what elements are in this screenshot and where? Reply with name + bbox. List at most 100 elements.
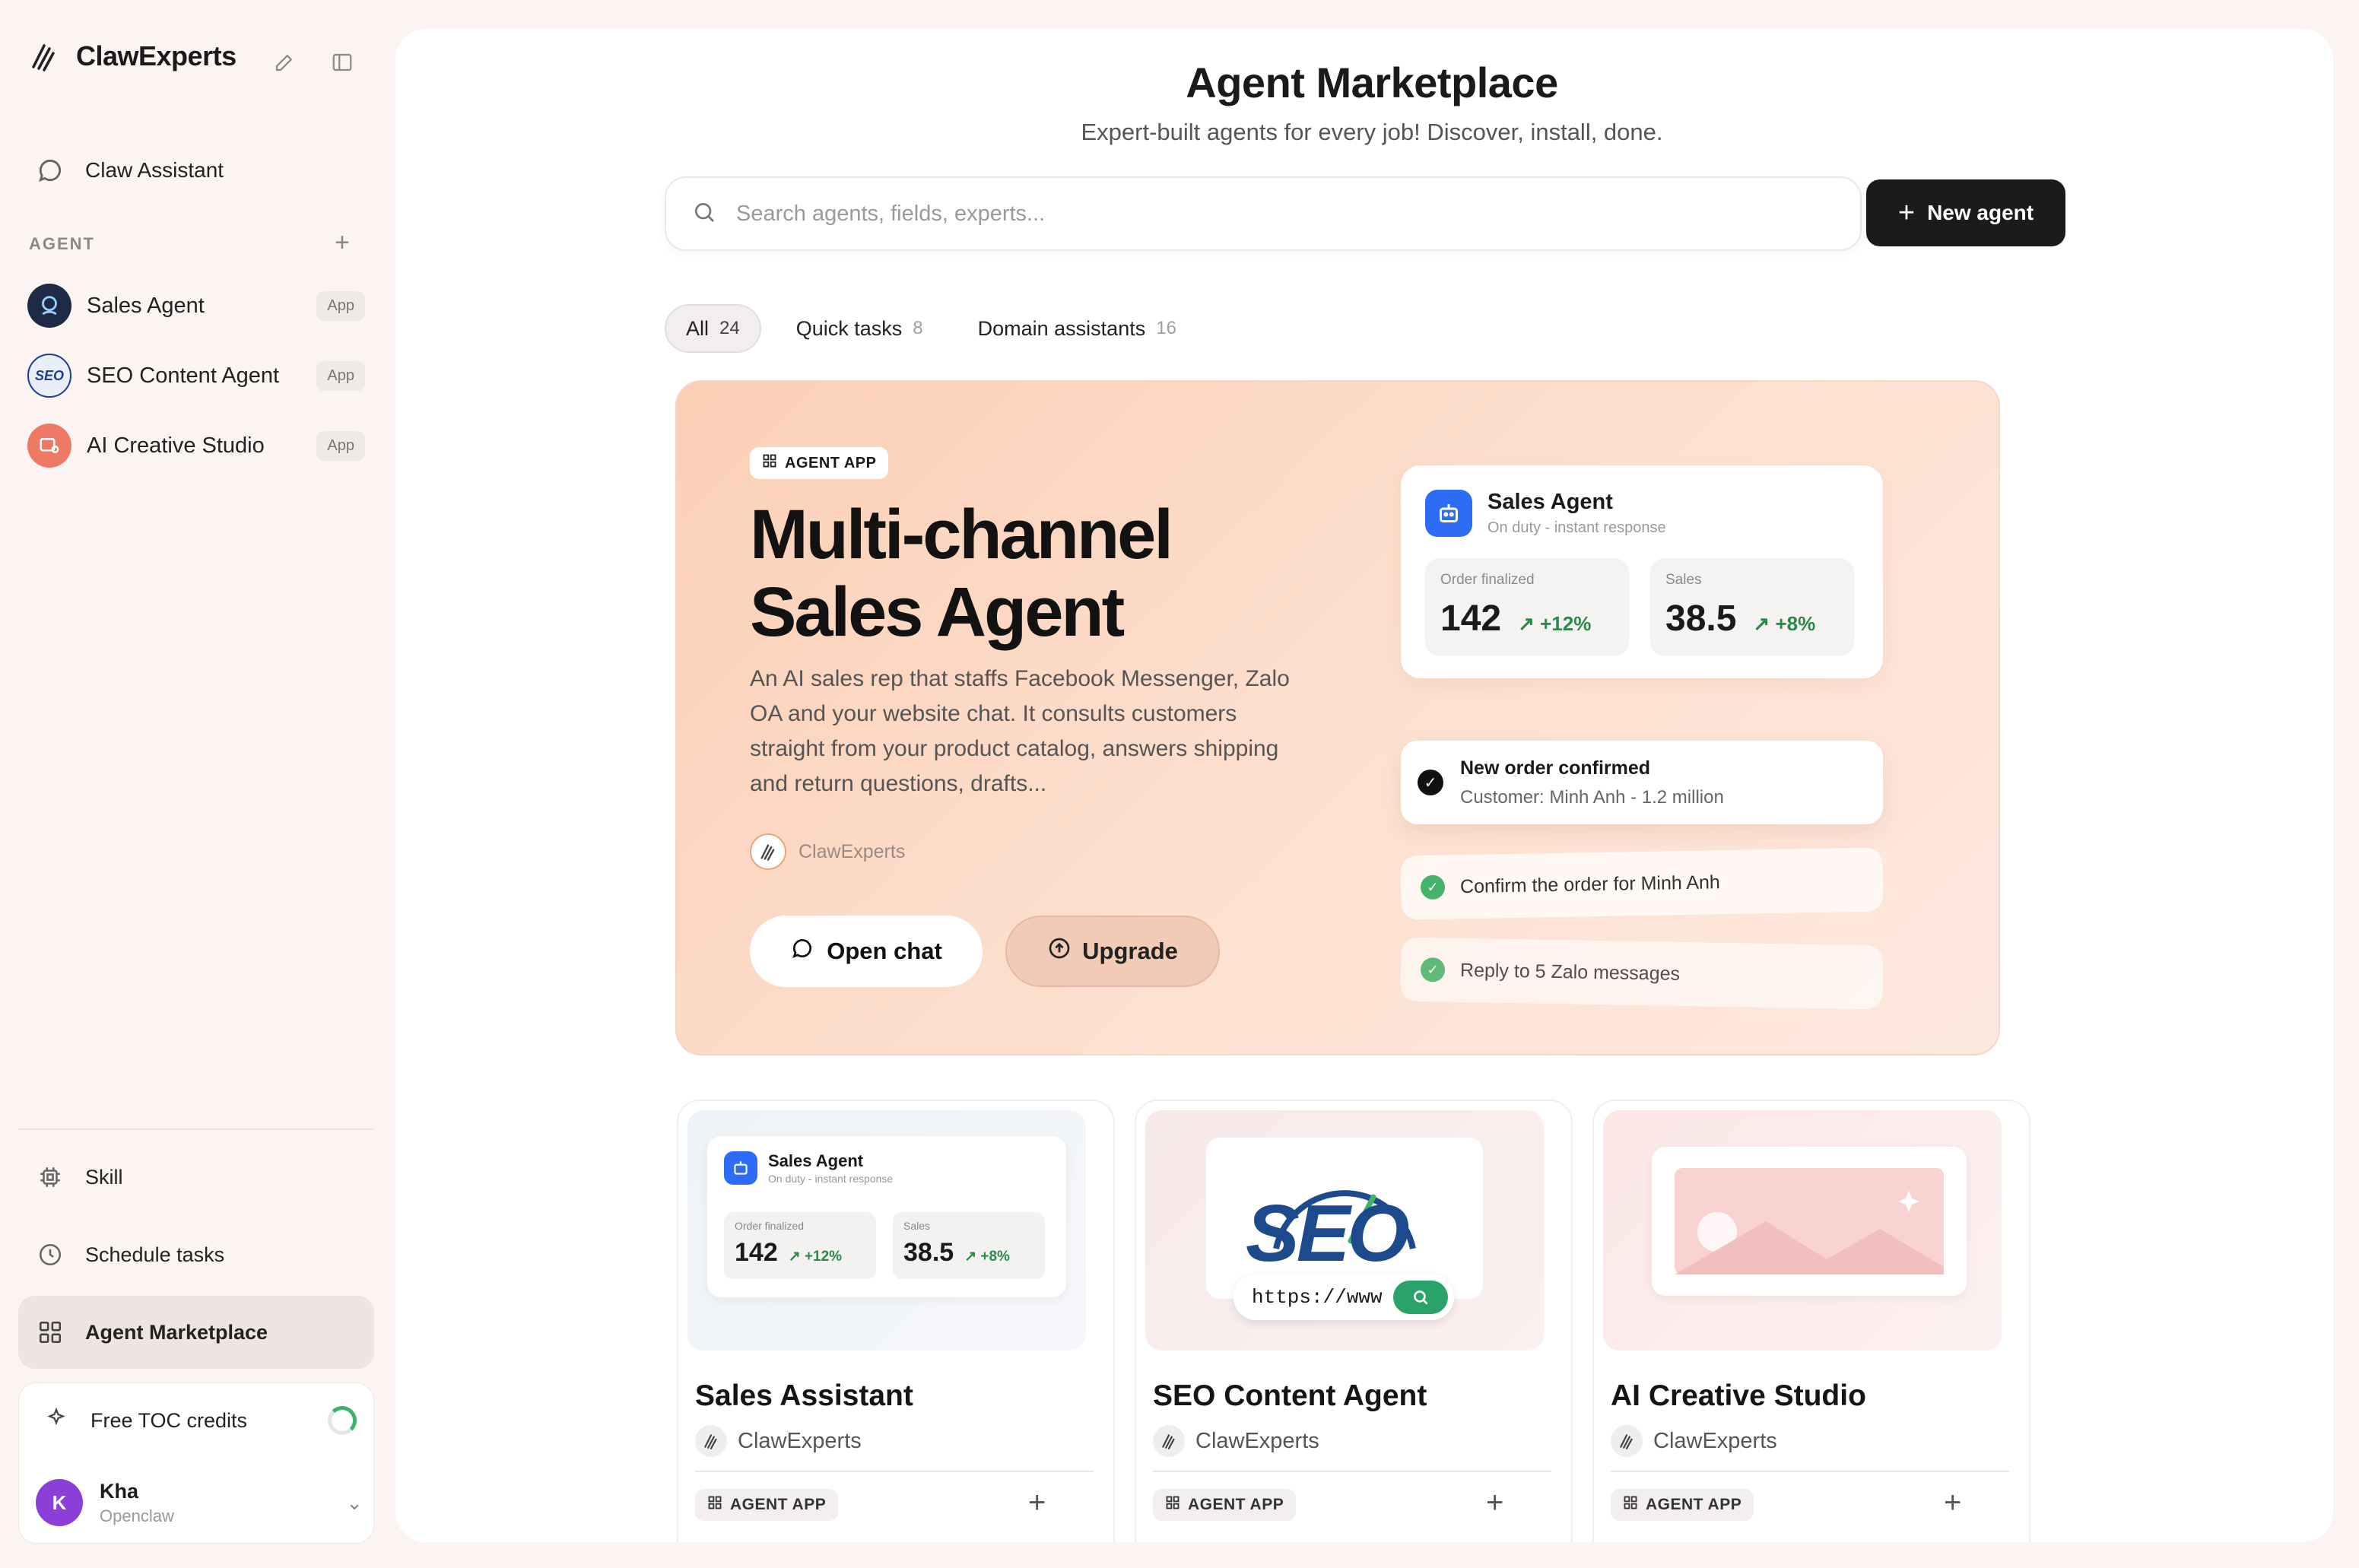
tab-label: Domain assistants xyxy=(977,316,1146,340)
task-item: ✓ Confirm the order for Minh Anh xyxy=(1400,847,1884,920)
search-bar[interactable] xyxy=(665,176,1862,251)
page-title: Agent Marketplace xyxy=(1186,59,1558,106)
agent-card-sales-assistant[interactable]: Sales Agent On duty - instant response O… xyxy=(677,1100,1115,1542)
agent-card-seo-content-agent[interactable]: SEO https://www SEO Content Agent ClawEx… xyxy=(1135,1100,1573,1542)
credits-label: Free TOC credits xyxy=(90,1408,248,1432)
sidebar-item-label: Claw Assistant xyxy=(85,158,224,182)
task-label: Confirm the order for Minh Anh xyxy=(1459,871,1721,897)
agent-app-badge: AGENT APP xyxy=(695,1489,839,1521)
check-circle-icon: ✓ xyxy=(1420,957,1446,982)
sales-agent-preview-card: Sales Agent On duty - instant response O… xyxy=(1401,465,1883,678)
sidebar-item-schedule-tasks[interactable]: Schedule tasks xyxy=(18,1224,374,1285)
category-tabs: All 24 Quick tasks 8 Domain assistants 1… xyxy=(665,304,1196,353)
mini-agent-status: On duty - instant response xyxy=(768,1173,894,1185)
hero-title: Multi-channel Sales Agent xyxy=(750,496,1328,651)
new-agent-button[interactable]: + New agent xyxy=(1866,179,2065,246)
sidebar-item-ai-creative-studio[interactable]: AI Creative Studio App xyxy=(27,421,365,470)
sidebar-item-label: Skill xyxy=(85,1165,123,1189)
agent-app-badge: AGENT APP xyxy=(1153,1489,1297,1521)
brand[interactable]: ClawExperts xyxy=(27,40,237,73)
search-icon xyxy=(1393,1281,1448,1314)
main-panel: Agent Marketplace Expert-built agents fo… xyxy=(395,29,2333,1542)
hero-title-line: Sales Agent xyxy=(750,573,1125,651)
tab-quick-tasks[interactable]: Quick tasks 8 xyxy=(776,304,943,353)
mini-stat-label: Order finalized xyxy=(735,1220,805,1232)
chat-bubble-icon xyxy=(32,152,68,189)
upgrade-arrow-icon xyxy=(1047,936,1072,967)
sidebar-item-sales-agent[interactable]: Sales Agent App xyxy=(27,281,365,330)
author-name: ClawExperts xyxy=(738,1428,862,1453)
sales-agent-avatar xyxy=(27,284,71,328)
preview-title-group: Sales Agent On duty - instant response xyxy=(1487,490,1666,537)
chevron-down-icon[interactable]: ⌄ xyxy=(346,1491,363,1515)
claw-logo-icon xyxy=(1153,1425,1185,1457)
clock-icon xyxy=(32,1236,68,1273)
url-text: https://www xyxy=(1252,1286,1383,1309)
mini-stat-orders: Order finalized 142 ↗ +12% xyxy=(724,1212,876,1279)
preview-header: Sales Agent On duty - instant response xyxy=(1425,490,1666,537)
upgrade-button[interactable]: Upgrade xyxy=(1005,916,1220,987)
check-circle-icon: ✓ xyxy=(1420,874,1446,900)
stat-delta-value: +12% xyxy=(1540,612,1592,635)
sidebar-tools xyxy=(269,47,357,78)
agent-section-label: AGENT xyxy=(29,234,95,253)
app-window: ClawExperts Claw Assistant AGENT + Sales… xyxy=(0,0,2359,1568)
user-name: Kha xyxy=(100,1479,139,1503)
robot-icon xyxy=(724,1151,757,1185)
claw-logo-icon xyxy=(750,833,786,870)
sidebar-item-claw-assistant[interactable]: Claw Assistant xyxy=(18,140,374,201)
mini-stat-value: 38.5 xyxy=(903,1238,954,1267)
badge-label: AGENT APP xyxy=(730,1496,827,1513)
sidebar: ClawExperts Claw Assistant AGENT + Sales… xyxy=(0,0,388,1568)
edit-icon[interactable] xyxy=(269,47,300,78)
open-chat-button[interactable]: Open chat xyxy=(750,916,983,987)
stat-value: 142 xyxy=(1440,598,1502,639)
hero-author: ClawExperts xyxy=(750,833,905,870)
mini-stat-sales: Sales 38.5 ↗ +8% xyxy=(893,1212,1045,1279)
agent-card-ai-creative-studio[interactable]: AI Creative Studio ClawExperts AGENT APP… xyxy=(1592,1100,2030,1542)
claw-logo-icon xyxy=(1611,1425,1643,1457)
card-thumbnail xyxy=(1603,1110,2002,1351)
badge-label: AGENT APP xyxy=(1188,1496,1284,1513)
preview-agent-status: On duty - instant response xyxy=(1487,519,1666,536)
sparkle-icon xyxy=(45,1407,68,1435)
sidebar-item-skill[interactable]: Skill xyxy=(18,1147,374,1208)
user-info: Kha Openclaw xyxy=(100,1480,174,1526)
sidebar-item-label: AI Creative Studio xyxy=(87,433,265,458)
card-author: ClawExperts xyxy=(1153,1425,1319,1457)
add-agent-plus-icon[interactable]: + xyxy=(335,228,350,258)
search-input[interactable] xyxy=(736,201,1801,227)
agent-app-badge: AGENT APP xyxy=(750,447,889,479)
sidebar-item-agent-marketplace[interactable]: Agent Marketplace xyxy=(18,1296,374,1369)
claw-logo-icon xyxy=(32,44,55,71)
seo-agent-avatar: SEO xyxy=(27,354,71,398)
claw-logo-icon xyxy=(695,1425,727,1457)
sidebar-item-seo-content-agent[interactable]: SEO SEO Content Agent App xyxy=(27,351,365,400)
credits-user-panel: Free TOC credits K Kha Openclaw ⌄ xyxy=(18,1382,374,1544)
task-label: Reply to 5 Zalo messages xyxy=(1459,959,1681,985)
sidebar-item-label: Agent Marketplace xyxy=(85,1320,268,1344)
tab-domain-assistants[interactable]: Domain assistants 16 xyxy=(958,304,1196,353)
add-agent-plus-icon[interactable]: + xyxy=(1486,1486,1503,1520)
stat-sales: Sales 38.5 ↗ +8% xyxy=(1650,558,1854,655)
button-label: Open chat xyxy=(827,938,942,964)
author-name: ClawExperts xyxy=(1195,1428,1319,1453)
robot-icon xyxy=(1425,490,1472,537)
avatar: K xyxy=(36,1479,83,1526)
stat-delta: ↗ +12% xyxy=(1518,612,1591,636)
sidebar-toggle-icon[interactable] xyxy=(327,47,357,78)
new-agent-label: New agent xyxy=(1927,201,2034,224)
add-agent-plus-icon[interactable]: + xyxy=(1028,1486,1046,1520)
mini-stat-delta-value: +8% xyxy=(980,1249,1010,1265)
tab-all[interactable]: All 24 xyxy=(665,304,761,353)
free-credits-row[interactable]: Free TOC credits xyxy=(45,1406,357,1435)
card-thumbnail: Sales Agent On duty - instant response O… xyxy=(687,1110,1086,1351)
user-menu[interactable]: K Kha Openclaw ⌄ xyxy=(36,1479,363,1526)
image-placeholder-icon xyxy=(1675,1168,1944,1274)
hero-title-line: Multi-channel xyxy=(750,496,1173,573)
seo-logo-text: SEO xyxy=(1246,1189,1410,1278)
mini-stat-delta: ↗ +8% xyxy=(964,1249,1010,1265)
card-divider xyxy=(1153,1471,1551,1472)
add-agent-plus-icon[interactable]: + xyxy=(1944,1486,1961,1520)
brand-name: ClawExperts xyxy=(76,40,237,71)
